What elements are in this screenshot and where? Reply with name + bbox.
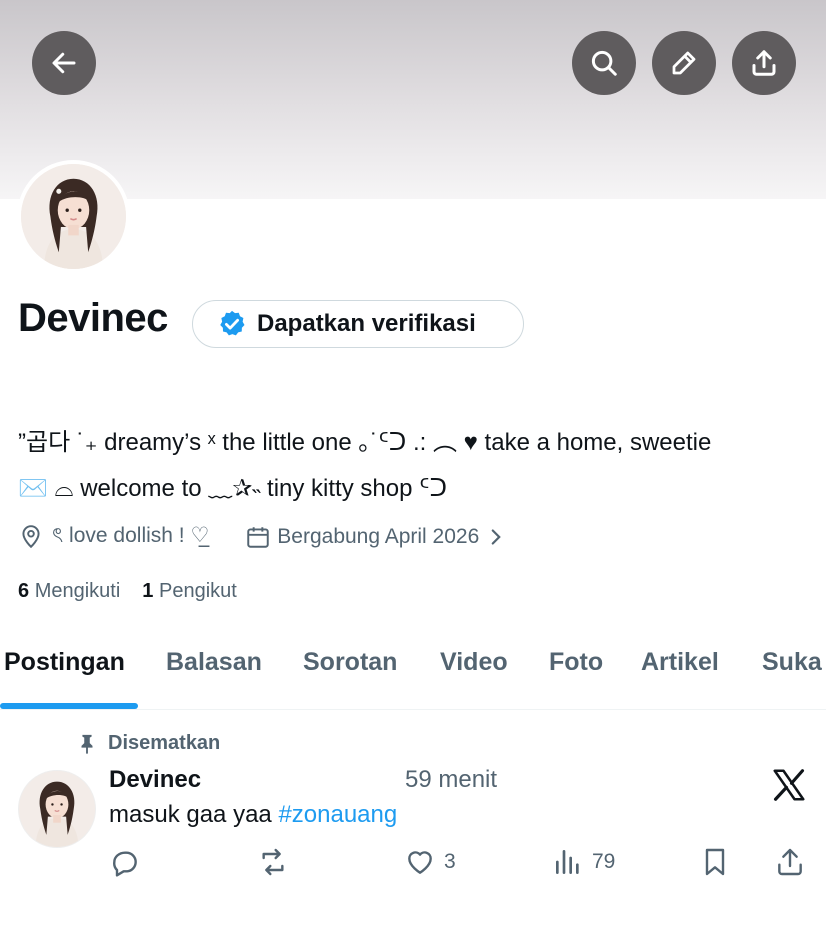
bookmark-icon [705,848,725,876]
profile-meta: ৎ love dollish ! ♡̲ Bergabung April 2026 [18,519,509,554]
followers-count: 1 [142,580,154,602]
active-tab-indicator [0,703,138,709]
x-logo-icon[interactable] [770,766,808,804]
pinned-indicator: Disematkan [76,732,220,755]
profile-tabs: Postingan Balasan Sorotan Video Foto Art… [0,640,826,710]
get-verified-label: Dapatkan verifikasi [257,310,476,337]
post-author-name[interactable]: Devinec [109,766,201,794]
post-hashtag[interactable]: #zonauang [278,801,397,828]
pinned-label: Disematkan [108,732,221,754]
profile-name: Devinec [18,296,168,340]
repost-icon [262,848,284,876]
following-link[interactable]: 6 Mengikuti [18,580,120,603]
followers-label: Pengikut [158,580,237,602]
reply-button[interactable] [109,846,141,878]
follow-stats: 6 Mengikuti 1 Pengikut [18,580,237,603]
followers-link[interactable]: 1 Pengikut [142,580,237,603]
back-button[interactable] [32,31,96,95]
tab-highlights[interactable]: Sorotan [303,648,397,677]
chevron-right-icon[interactable] [483,524,509,550]
share-button[interactable] [732,31,796,95]
profile-avatar[interactable] [17,160,130,273]
share-icon [752,50,776,76]
profile-location: ৎ love dollish ! ♡̲ [52,524,210,547]
post-text: masuk gaa yaa #zonauang [109,801,397,829]
pencil-icon [672,51,696,75]
calendar-icon [247,526,270,548]
views-button[interactable]: 79 [552,846,615,878]
post-avatar[interactable] [18,770,96,848]
bio-line-1: ”곱다 ˙₊ dreamy’s ˣ the little one ｡˙ᑦᑐ .:… [18,429,712,456]
profile-joined-date: Bergabung April 2026 [277,524,480,548]
search-button[interactable] [572,31,636,95]
tab-likes[interactable]: Suka [762,648,822,677]
repost-button[interactable] [257,846,289,878]
post-timestamp[interactable]: 59 menit [405,766,497,794]
view-count: 79 [592,850,616,873]
location-pin-icon [22,524,40,548]
tab-articles[interactable]: Artikel [641,648,719,677]
pin-icon [81,734,93,754]
profile-banner [0,0,826,199]
edit-button[interactable] [652,31,716,95]
arrow-left-icon [52,52,76,74]
bio-line-2: ✉️ ⌓ welcome to ﹏✰˵ tiny kitty shop ᑦᑐ [18,475,448,502]
heart-icon [408,851,432,874]
like-button[interactable]: 3 [404,846,456,878]
tab-replies[interactable]: Balasan [166,648,262,677]
get-verified-button[interactable]: Dapatkan verifikasi [192,300,524,348]
verified-badge-icon [220,310,245,336]
tab-posts[interactable]: Postingan [4,648,125,677]
comment-icon [113,851,137,877]
following-label: Mengikuti [34,580,121,602]
tab-photos[interactable]: Foto [549,648,603,677]
profile-bio: ”곱다 ˙₊ dreamy’s ˣ the little one ｡˙ᑦᑐ .:… [18,420,818,512]
bookmark-button[interactable] [699,846,731,878]
tab-videos[interactable]: Video [440,648,508,677]
following-count: 6 [18,580,30,602]
post-body: masuk gaa yaa [109,801,279,828]
share-icon [778,848,802,876]
like-count: 3 [444,850,456,873]
views-bar-chart-icon [556,850,579,874]
post-share-button[interactable] [774,846,806,878]
search-icon [591,50,617,76]
